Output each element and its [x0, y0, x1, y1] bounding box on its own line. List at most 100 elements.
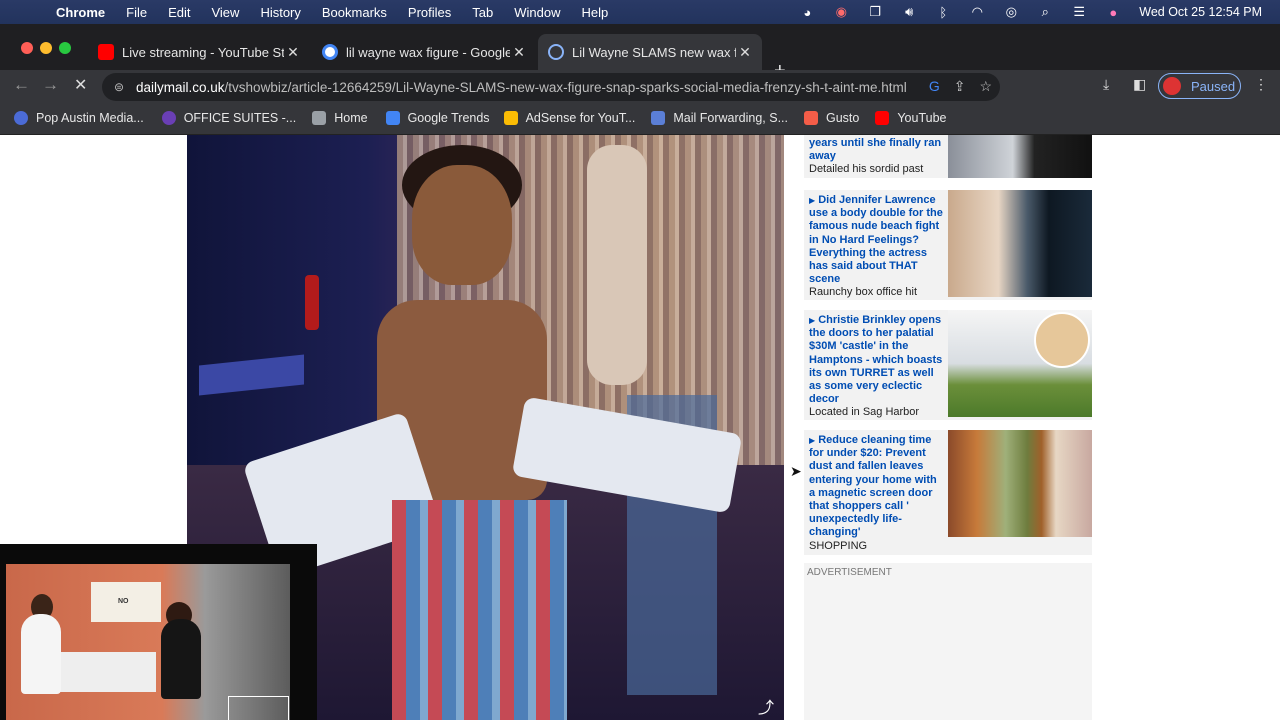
- bookmark-label: Gusto: [826, 111, 860, 125]
- siri-icon[interactable]: ●: [1105, 5, 1121, 20]
- story-arrow-icon: ▶: [809, 316, 816, 325]
- menu-app-chrome[interactable]: Chrome: [56, 5, 105, 20]
- url-path: /tvshowbiz/article-12664259/Lil-Wayne-SL…: [224, 79, 907, 95]
- story-arrow-icon: ▶: [809, 436, 816, 445]
- gusto-icon: [804, 111, 818, 125]
- bookmark-mail-forwarding[interactable]: Mail Forwarding, S...: [651, 111, 788, 125]
- trends-icon: [385, 111, 400, 125]
- address-bar[interactable]: ⊜ dailymail.co.uk/tvshowbiz/article-1266…: [102, 73, 1000, 101]
- tab-google-search[interactable]: lil wayne wax figure - Google S ✕: [312, 34, 536, 70]
- story-headline[interactable]: years until she finally ran away: [809, 137, 941, 162]
- close-tab-icon[interactable]: ✕: [736, 44, 754, 61]
- menu-tab[interactable]: Tab: [472, 5, 493, 20]
- minimize-window-button[interactable]: [40, 42, 52, 54]
- story-headline[interactable]: Did Jennifer Lawrence use a body double …: [809, 194, 943, 285]
- story-thumbnail[interactable]: [948, 430, 1092, 537]
- side-panel-icon[interactable]: ◧: [1133, 76, 1146, 93]
- sidebar-story[interactable]: ▶ Christie Brinkley opens the doors to h…: [804, 310, 1092, 420]
- site-info-icon[interactable]: ⊜: [114, 80, 128, 94]
- bookmark-youtube[interactable]: YouTube: [875, 111, 946, 125]
- volume-icon[interactable]: 🔊︎: [901, 4, 917, 19]
- menu-bar-clock[interactable]: Wed Oct 25 12:54 PM: [1139, 5, 1262, 19]
- sidebar-story[interactable]: years until she finally ran away Detaile…: [804, 135, 1092, 178]
- bar-chart-icon: [312, 111, 327, 125]
- profile-paused-button[interactable]: Paused: [1158, 73, 1241, 99]
- close-tab-icon[interactable]: ✕: [284, 44, 302, 61]
- back-arrow-icon[interactable]: ←: [13, 75, 30, 95]
- story-text: ▶ Reduce cleaning time for under $20: Pr…: [809, 434, 945, 553]
- plaid-pants: [392, 500, 567, 720]
- menu-window[interactable]: Window: [514, 5, 560, 20]
- menu-profiles[interactable]: Profiles: [408, 5, 451, 20]
- story-thumbnail[interactable]: [948, 190, 1092, 297]
- story-subline: Detailed his sordid past: [809, 163, 924, 176]
- fire-extinguisher: [305, 275, 319, 330]
- profile-paused-label: Paused: [1191, 78, 1236, 94]
- window-icon[interactable]: ❐: [867, 4, 883, 19]
- menu-history[interactable]: History: [260, 5, 300, 20]
- user-icon[interactable]: ◎: [1003, 4, 1019, 19]
- loading-globe-icon: [548, 44, 564, 60]
- bookmark-favicon-icon: [14, 111, 28, 125]
- bookmark-adsense[interactable]: AdSense for YouT...: [503, 111, 636, 125]
- control-center-icon[interactable]: ☰: [1071, 4, 1087, 19]
- tab-dailymail-article[interactable]: Lil Wayne SLAMS new wax fig ✕: [538, 34, 762, 70]
- story-headline[interactable]: Reduce cleaning time for under $20: Prev…: [809, 434, 937, 538]
- sidebar-story[interactable]: ▶ Reduce cleaning time for under $20: Pr…: [804, 430, 1092, 555]
- menu-edit[interactable]: Edit: [168, 5, 190, 20]
- bookmark-google-trends[interactable]: Google Trends: [385, 111, 490, 125]
- advertisement-slot[interactable]: ADVERTISEMENT: [804, 563, 1092, 720]
- tab-title: Lil Wayne SLAMS new wax fig: [572, 44, 736, 60]
- macos-menu-bar: Chrome File Edit View History Bookmarks …: [0, 0, 1280, 24]
- share-icon[interactable]: ⇪: [954, 78, 966, 95]
- maximize-window-button[interactable]: [59, 42, 71, 54]
- recording-icon[interactable]: ◉: [833, 4, 849, 19]
- photo-share-icon[interactable]: ⤴: [758, 694, 774, 718]
- address-bar-actions: G ⇪ ☆: [929, 78, 992, 95]
- screen-share-icon[interactable]: ◕: [799, 5, 815, 20]
- bookmark-gusto[interactable]: Gusto: [804, 111, 859, 125]
- menu-bar-status-area: ◕ ◉ ❐ 🔊︎ ᛒ ◠ ◎ ⌕ ☰ ● Wed Oct 25 12:54 PM: [799, 0, 1262, 24]
- bluetooth-icon[interactable]: ᛒ: [935, 5, 951, 20]
- inset-portrait: [1034, 312, 1090, 368]
- close-window-button[interactable]: [21, 42, 33, 54]
- mail-icon: [651, 111, 666, 125]
- story-subline: Located in Sag Harbor: [809, 406, 920, 419]
- story-subline: SHOPPING: [809, 539, 868, 552]
- wax-figure-head: [412, 165, 512, 285]
- story-thumbnail[interactable]: [948, 310, 1092, 417]
- menu-view[interactable]: View: [211, 5, 239, 20]
- desk: [51, 652, 156, 692]
- tab-youtube-studio[interactable]: Live streaming - YouTube Stud ✕: [88, 34, 310, 70]
- menu-file[interactable]: File: [126, 5, 147, 20]
- google-lens-icon[interactable]: G: [929, 78, 940, 95]
- story-text: ▶ Christie Brinkley opens the doors to h…: [809, 314, 945, 420]
- bookmark-label: AdSense for YouT...: [525, 111, 636, 125]
- bookmark-home[interactable]: Home: [312, 111, 368, 125]
- story-thumbnail[interactable]: [948, 135, 1092, 178]
- selection-outline: [228, 696, 289, 720]
- bookmark-star-icon[interactable]: ☆: [979, 78, 992, 95]
- wifi-icon[interactable]: ◠: [969, 4, 985, 19]
- bookmark-label: Pop Austin Media...: [36, 111, 144, 125]
- menu-bookmarks[interactable]: Bookmarks: [322, 5, 387, 20]
- adsense-icon: [503, 111, 518, 125]
- stop-loading-icon[interactable]: ✕: [74, 75, 87, 95]
- bookmark-label: Mail Forwarding, S...: [673, 111, 788, 125]
- download-icon[interactable]: ⤓: [1103, 76, 1109, 93]
- advertisement-label: ADVERTISEMENT: [807, 567, 892, 578]
- close-tab-icon[interactable]: ✕: [510, 44, 528, 61]
- browser-toolbar: ← → ✕ ⊜ dailymail.co.uk/tvshowbiz/articl…: [0, 70, 1280, 102]
- menu-help[interactable]: Help: [582, 5, 609, 20]
- bookmarks-bar: Pop Austin Media... OFFICE SUITES -... H…: [0, 102, 1280, 135]
- story-headline[interactable]: Christie Brinkley opens the doors to her…: [809, 314, 942, 405]
- url-domain: dailymail.co.uk: [136, 79, 225, 95]
- chrome-menu-icon[interactable]: ⋮: [1254, 76, 1268, 93]
- bookmark-office-suites[interactable]: OFFICE SUITES -...: [161, 111, 296, 125]
- sidebar-story[interactable]: ▶ Did Jennifer Lawrence use a body doubl…: [804, 190, 1092, 300]
- bookmark-pop-austin-media[interactable]: Pop Austin Media...: [14, 111, 144, 125]
- spotlight-search-icon[interactable]: ⌕: [1037, 4, 1053, 19]
- tab-title: Live streaming - YouTube Stud: [122, 44, 284, 60]
- youtube-icon: [875, 111, 890, 125]
- forward-arrow-icon[interactable]: →: [42, 75, 59, 95]
